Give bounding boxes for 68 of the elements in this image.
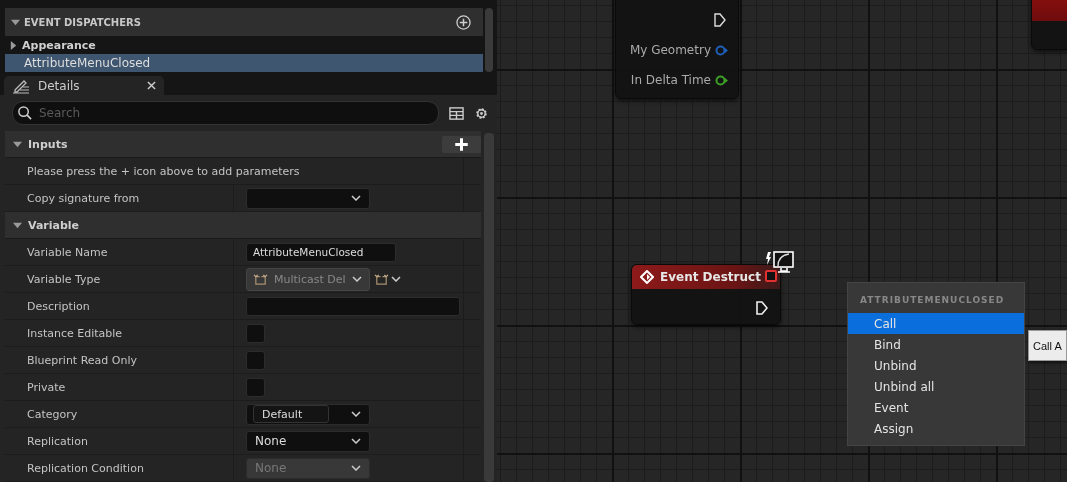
collapse-arrow-icon[interactable] [11,17,20,27]
node-title: Event Destruct [660,270,761,284]
menu-heading: ATTRIBUTEMENUCLOSED [860,295,1005,305]
property-label: Copy signature from [5,185,234,211]
checkbox[interactable] [246,323,265,343]
close-icon[interactable] [147,81,156,90]
pin-label: In Delta Time [630,73,711,87]
chevron-down-icon [351,438,361,444]
property-label: Private [5,374,234,400]
category-label[interactable]: Appearance [22,38,96,52]
delegate-pin[interactable] [765,270,777,282]
expand-arrow-icon[interactable] [9,40,18,50]
delegate-icon [374,271,389,287]
delegate-icon [253,271,268,287]
property-label: Variable Type [5,266,234,292]
section-title: Variable [28,218,81,232]
menu-item[interactable]: Unbind all [848,376,1024,397]
section-title: EVENT DISPATCHERS [24,16,142,28]
checkbox[interactable] [246,350,265,370]
property-label: Replication [5,428,234,454]
menu-item[interactable]: Unbind [848,355,1024,376]
collapse-arrow-icon[interactable] [13,139,22,149]
property-label: Instance Editable [5,320,234,346]
dropdown[interactable]: None [246,430,370,452]
category-combo[interactable]: Default [246,403,370,425]
text-field[interactable]: AttributeMenuClosed [246,242,396,262]
chevron-down-icon [351,465,361,471]
menu-item[interactable]: Bind [848,334,1024,355]
search-icon [17,105,32,120]
details-tab[interactable]: Details [4,76,164,95]
pin-label: My Geometry [629,43,711,57]
tab-label: Details [38,78,81,93]
plus-icon [454,136,469,152]
menu-item[interactable]: Event [848,397,1024,418]
property-label: Variable Name [5,239,234,265]
scrollbar[interactable] [485,8,493,72]
chevron-down-icon [351,411,361,417]
list-item[interactable]: AttributeMenuClosed [5,54,483,72]
add-button[interactable] [442,135,481,153]
checkbox[interactable] [246,377,265,397]
event-icon [640,270,654,284]
exec-pin-icon [714,13,726,27]
menu-item[interactable]: Call [848,313,1024,334]
property-label: Category [5,401,234,427]
search-field[interactable]: Search [12,101,439,125]
tooltip: Call A [1028,330,1067,361]
text-field[interactable] [246,296,460,316]
hint-text: Please press the + icon above to add parameters [5,158,464,184]
property-label: Replication Condition [5,455,234,481]
pin-icon[interactable] [715,74,728,86]
add-icon[interactable] [456,14,471,30]
graph-node[interactable]: Event Destruct [631,264,781,325]
chevron-down-icon [391,276,401,282]
chevron-down-icon [351,195,361,201]
exec-pin-icon[interactable] [756,301,768,315]
chevron-down-icon [351,276,362,282]
graph-node[interactable]: My Geometry In Delta Time [615,0,739,99]
property-label: Description [5,293,234,319]
monitor-icon [766,251,795,274]
settings-icon[interactable] [474,105,489,121]
table-icon[interactable] [449,105,464,121]
pin-icon[interactable] [715,44,728,56]
container-type-dropdown[interactable] [374,271,401,287]
collapse-arrow-icon[interactable] [13,220,22,230]
category-field[interactable]: Default [253,405,329,423]
section-title: Inputs [28,137,69,151]
menu-item[interactable]: Assign [848,418,1024,439]
property-label: Blueprint Read Only [5,347,234,373]
